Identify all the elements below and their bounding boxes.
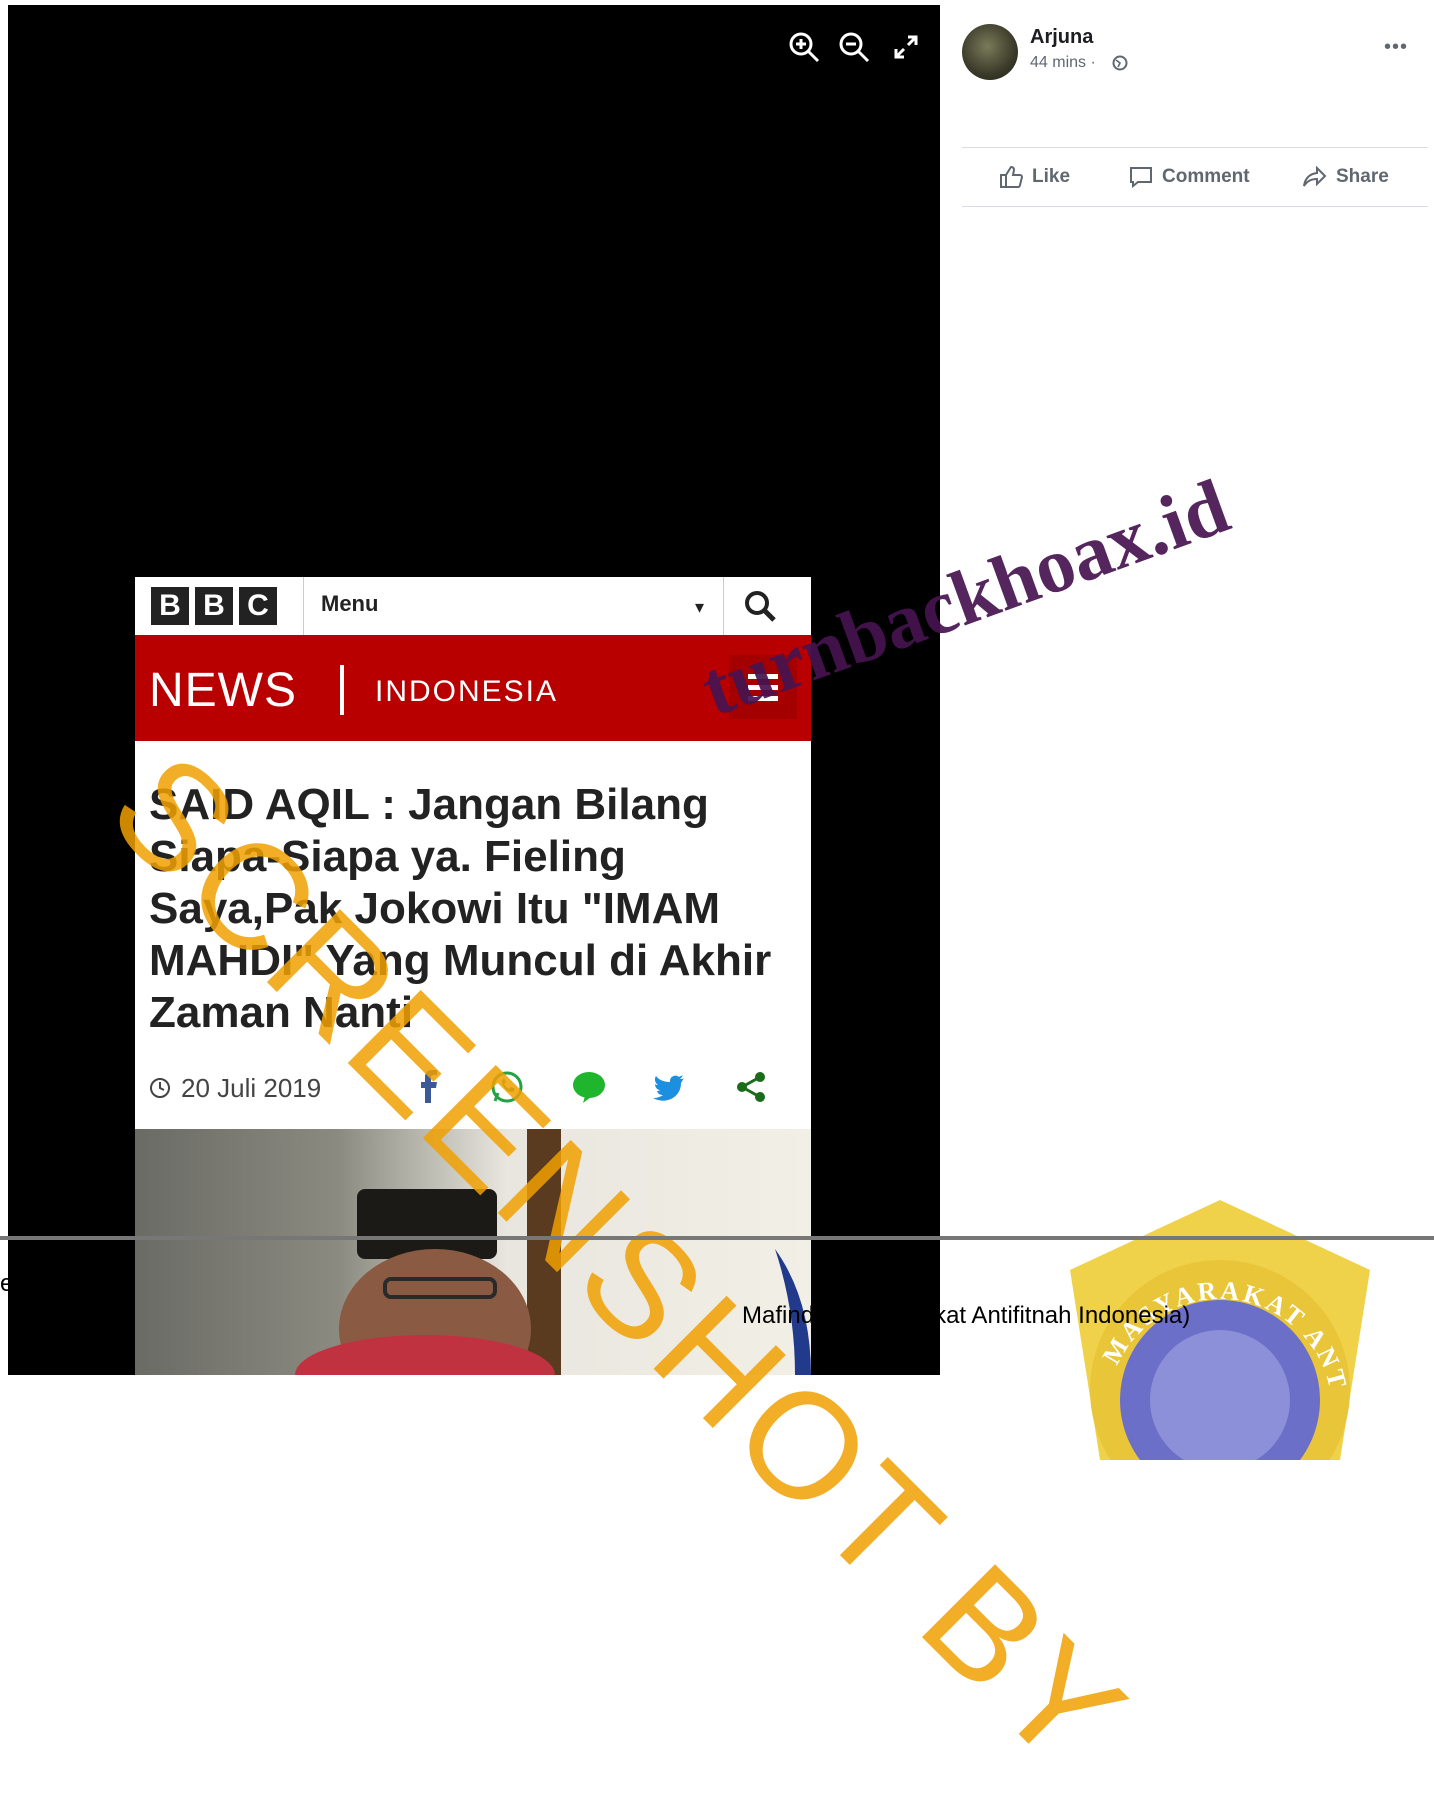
footer-left-fragment: e xyxy=(0,1270,14,1297)
zoom-out-icon[interactable] xyxy=(836,29,872,65)
bbc-logo-letter: B xyxy=(195,587,233,625)
article-screenshot: B B C Menu ▾ NEWS INDONESIA SAID AQIL : … xyxy=(135,577,811,1375)
post-timestamp[interactable]: 44 mins · xyxy=(1030,54,1096,72)
image-viewer: B B C Menu ▾ NEWS INDONESIA SAID AQIL : … xyxy=(8,5,940,1375)
divider xyxy=(723,577,724,635)
news-title: NEWS xyxy=(149,664,297,717)
share-button[interactable]: Share xyxy=(1302,160,1389,194)
thumbs-up-icon xyxy=(1000,165,1024,188)
divider xyxy=(962,147,1428,148)
news-region: INDONESIA xyxy=(375,675,559,708)
comment-label: Comment xyxy=(1162,166,1250,187)
line-icon xyxy=(573,1072,605,1103)
like-button[interactable]: Like xyxy=(998,160,1070,194)
news-banner: NEWS INDONESIA xyxy=(135,635,811,741)
expand-icon[interactable] xyxy=(888,29,924,65)
bbc-logo-letter: B xyxy=(151,587,189,625)
article-photo xyxy=(135,1129,811,1375)
share-icon xyxy=(737,1072,765,1102)
menu-label: Menu xyxy=(321,591,379,616)
twitter-icon xyxy=(653,1075,684,1101)
comment-icon xyxy=(1130,167,1152,189)
hamburger-icon xyxy=(729,655,797,719)
bbc-top-bar: B B C Menu ▾ xyxy=(135,577,811,636)
article-date: 20 Juli 2019 xyxy=(181,1073,322,1103)
author-name[interactable]: Arjuna xyxy=(1030,26,1093,49)
footer-divider xyxy=(0,1236,1434,1240)
like-label: Like xyxy=(1032,166,1071,187)
divider xyxy=(340,665,344,715)
divider xyxy=(303,577,304,635)
bbc-logo-letter: C xyxy=(239,587,277,625)
share-arrow-icon xyxy=(1303,165,1327,187)
post-panel: Arjuna 44 mins · ••• Like Comment Share xyxy=(940,0,1434,1230)
whatsapp-icon xyxy=(491,1071,523,1103)
search-icon xyxy=(745,591,776,622)
facebook-icon xyxy=(421,1070,437,1103)
zoom-in-icon[interactable] xyxy=(786,29,822,65)
clock-icon xyxy=(150,1078,170,1098)
article-headline: SAID AQIL : Jangan Bilang Siapa-Siapa ya… xyxy=(149,780,772,1037)
comment-button[interactable]: Comment xyxy=(1128,160,1250,194)
article-meta: 20 Juli 2019 xyxy=(149,1069,799,1109)
footer-caption: Mafindo (Masyarakat Antifitnah Indonesia… xyxy=(742,1302,1191,1329)
divider xyxy=(962,206,1428,207)
bbc-logo: B B C xyxy=(151,587,277,625)
globe-icon xyxy=(1112,55,1128,71)
avatar[interactable] xyxy=(962,24,1018,80)
more-options-button[interactable]: ••• xyxy=(1384,36,1408,59)
share-label: Share xyxy=(1336,166,1389,187)
chevron-down-icon: ▾ xyxy=(695,597,705,617)
